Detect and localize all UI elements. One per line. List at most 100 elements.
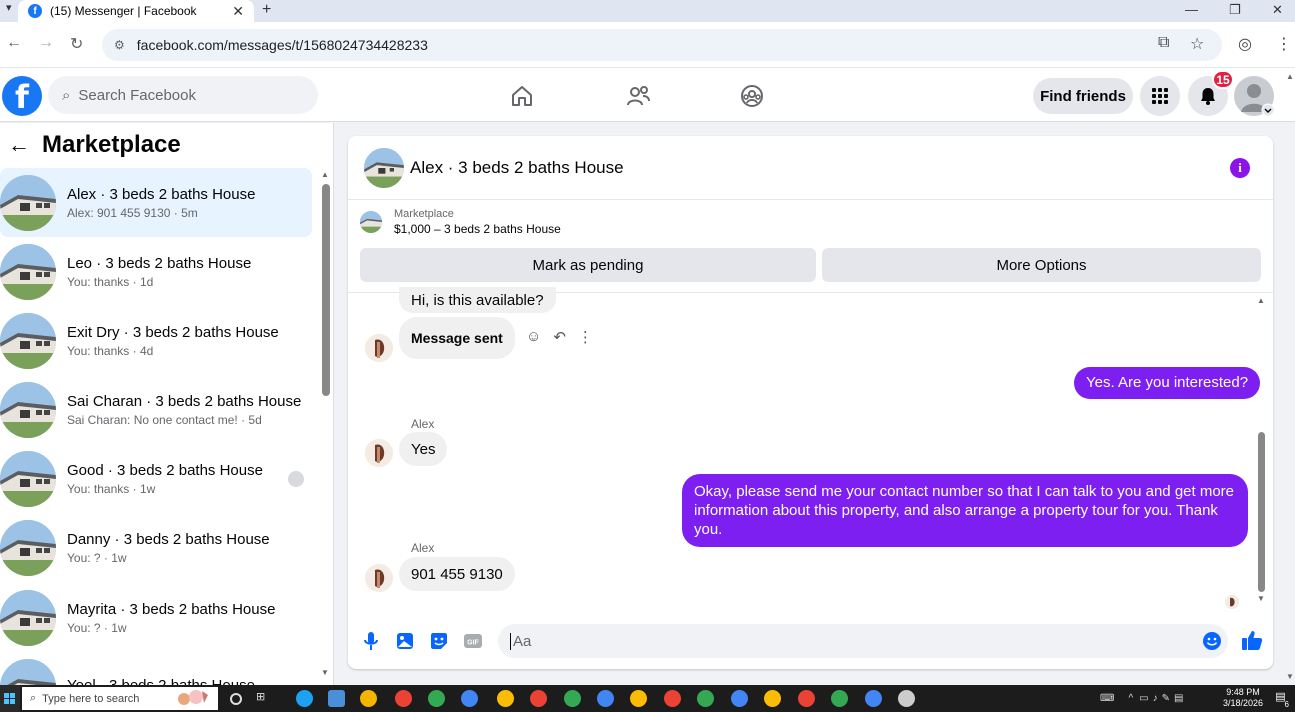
- chrome-icon[interactable]: [731, 690, 748, 707]
- conversation-item[interactable]: Mayrita · 3 beds 2 baths House You: ? · 1…: [0, 583, 312, 652]
- taskbar-clock[interactable]: 9:48 PM 3/18/2026: [1223, 687, 1263, 709]
- friends-icon[interactable]: [624, 82, 652, 110]
- chrome-icon[interactable]: [497, 690, 514, 707]
- like-thumbs-up-icon[interactable]: [1240, 628, 1264, 652]
- chrome-icon[interactable]: [798, 690, 815, 707]
- widgets-icon[interactable]: ⊞: [256, 690, 273, 707]
- windows-start-icon[interactable]: [0, 685, 20, 712]
- profile-icon[interactable]: ◎: [1238, 34, 1252, 54]
- sidebar-scrollbar[interactable]: ▲ ▼: [320, 170, 330, 682]
- chat-house-thumbnail: [364, 147, 404, 188]
- chrome-icon[interactable]: [831, 690, 848, 707]
- edge-icon[interactable]: [296, 690, 313, 707]
- chat-header[interactable]: Alex · 3 beds 2 baths House: [348, 136, 1273, 200]
- mark-as-pending-button[interactable]: Mark as pending: [360, 248, 816, 282]
- url-field[interactable]: ⚙ facebook.com/messages/t/15680247344282…: [102, 29, 1222, 61]
- conversation-item[interactable]: Sai Charan · 3 beds 2 baths House Sai Cha…: [0, 375, 312, 444]
- facebook-nav: f ⌕ Search Facebook Find friends: [0, 68, 1295, 122]
- more-options-button[interactable]: More Options: [822, 248, 1261, 282]
- alex-avatar[interactable]: [365, 439, 393, 467]
- chrome-icon[interactable]: [461, 690, 478, 707]
- chrome-icon[interactable]: [530, 690, 547, 707]
- emoji-icon[interactable]: [1201, 630, 1223, 652]
- chrome-icon[interactable]: [865, 690, 882, 707]
- system-tray: ⌨ ^ ▭ ♪ ✎ ▤: [1100, 685, 1183, 712]
- scroll-down-icon[interactable]: ▼: [1257, 594, 1265, 603]
- conversation-item[interactable]: Good · 3 beds 2 baths House You: thanks ·…: [0, 444, 312, 513]
- minimize-icon[interactable]: —: [1185, 0, 1198, 20]
- back-arrow-icon[interactable]: ←: [8, 132, 30, 158]
- new-tab-icon[interactable]: +: [262, 0, 271, 20]
- page-scroll-up-icon[interactable]: ▲: [1286, 72, 1294, 81]
- conversation-text: Good · 3 beds 2 baths House You: thanks ·…: [67, 462, 263, 496]
- chrome-icon[interactable]: [564, 690, 581, 707]
- listing-summary[interactable]: Marketplace $1,000 – 3 beds 2 baths Hous…: [360, 208, 561, 236]
- chrome-icon[interactable]: [664, 690, 681, 707]
- sticker-icon[interactable]: [428, 630, 450, 652]
- volume-icon[interactable]: ♪: [1153, 693, 1158, 704]
- gif-icon[interactable]: GIF: [462, 630, 484, 652]
- more-dots-icon[interactable]: ⋮: [578, 328, 593, 346]
- browser-tab-bar: ▾ f (15) Messenger | Facebook ✕ + — ❐ ✕: [0, 0, 1295, 22]
- pen-icon[interactable]: ✎: [1162, 693, 1170, 704]
- site-info-icon[interactable]: ⚙: [114, 38, 125, 52]
- alex-avatar[interactable]: [365, 334, 393, 362]
- search-input[interactable]: ⌕ Search Facebook: [48, 76, 318, 114]
- paint-icon[interactable]: [898, 690, 915, 707]
- conversation-item[interactable]: Exit Dry · 3 beds 2 baths House You: than…: [0, 306, 312, 375]
- conversation-item[interactable]: Leo · 3 beds 2 baths House You: thanks · …: [0, 237, 312, 306]
- reload-icon[interactable]: ↻: [70, 34, 83, 54]
- chrome-icon[interactable]: [395, 690, 412, 707]
- message-sent-card[interactable]: Message sent: [399, 317, 515, 359]
- app-icon[interactable]: [360, 690, 377, 707]
- groups-icon[interactable]: [738, 82, 766, 110]
- reply-icon[interactable]: ↶: [553, 328, 566, 346]
- scrollbar-thumb[interactable]: [1258, 432, 1265, 592]
- photo-icon[interactable]: [394, 630, 416, 652]
- keyboard-icon[interactable]: ⌨: [1100, 693, 1114, 704]
- conversation-item[interactable]: Alex · 3 beds 2 baths House Alex: 901 455…: [0, 168, 312, 237]
- close-tab-icon[interactable]: ✕: [232, 3, 244, 20]
- network-icon[interactable]: ▭: [1139, 693, 1148, 704]
- scroll-up-icon[interactable]: ▲: [321, 170, 329, 179]
- close-window-icon[interactable]: ✕: [1272, 0, 1283, 20]
- touch-keyboard-icon[interactable]: ▤: [1174, 693, 1183, 704]
- tab-list-chevron-icon[interactable]: ▾: [6, 1, 12, 14]
- bookmark-star-icon[interactable]: ☆: [1190, 34, 1204, 54]
- account-avatar[interactable]: [1234, 76, 1274, 116]
- facebook-logo-icon[interactable]: f: [2, 76, 42, 116]
- restore-icon[interactable]: ❐: [1229, 0, 1241, 20]
- conversation-name: Alex · 3 beds 2 baths House: [67, 185, 256, 203]
- scroll-up-icon[interactable]: ▲: [1257, 296, 1265, 305]
- chat-scrollbar[interactable]: ▲ ▼: [1256, 292, 1268, 604]
- scrollbar-thumb[interactable]: [322, 184, 330, 396]
- browser-tab[interactable]: f (15) Messenger | Facebook ✕: [18, 0, 254, 22]
- menu-dots-icon[interactable]: ⋮: [1276, 34, 1292, 54]
- back-icon[interactable]: ←: [6, 34, 22, 52]
- tray-chevron-icon[interactable]: ^: [1128, 693, 1133, 704]
- chrome-icon[interactable]: [630, 690, 647, 707]
- cast-icon[interactable]: ⧉: [1158, 34, 1169, 52]
- file-explorer-icon[interactable]: [328, 690, 345, 707]
- microphone-icon[interactable]: [360, 630, 382, 652]
- house-thumbnail: [0, 519, 56, 576]
- conversation-text: Sai Charan · 3 beds 2 baths House Sai Cha…: [67, 393, 301, 427]
- task-view-icon[interactable]: [230, 693, 242, 705]
- chrome-icon[interactable]: [764, 690, 781, 707]
- home-icon[interactable]: [508, 82, 536, 110]
- react-emoji-icon[interactable]: ☺: [526, 328, 541, 346]
- chrome-icon[interactable]: [428, 690, 445, 707]
- url-text: facebook.com/messages/t/1568024734428233: [136, 37, 428, 53]
- alex-avatar[interactable]: [365, 564, 393, 592]
- scroll-down-icon[interactable]: ▼: [321, 668, 329, 677]
- message-input[interactable]: Aa: [498, 624, 1228, 658]
- conversation-item[interactable]: Danny · 3 beds 2 baths House You: ? · 1w: [0, 513, 312, 582]
- info-icon[interactable]: i: [1230, 158, 1250, 178]
- chrome-icon[interactable]: [697, 690, 714, 707]
- menu-grid-icon[interactable]: [1140, 76, 1180, 116]
- action-center-icon[interactable]: 6 ▤: [1272, 690, 1289, 709]
- forward-icon[interactable]: →: [38, 34, 54, 52]
- find-friends-button[interactable]: Find friends: [1033, 78, 1133, 114]
- page-scroll-down-icon[interactable]: ▼: [1286, 672, 1294, 681]
- chrome-icon[interactable]: [597, 690, 614, 707]
